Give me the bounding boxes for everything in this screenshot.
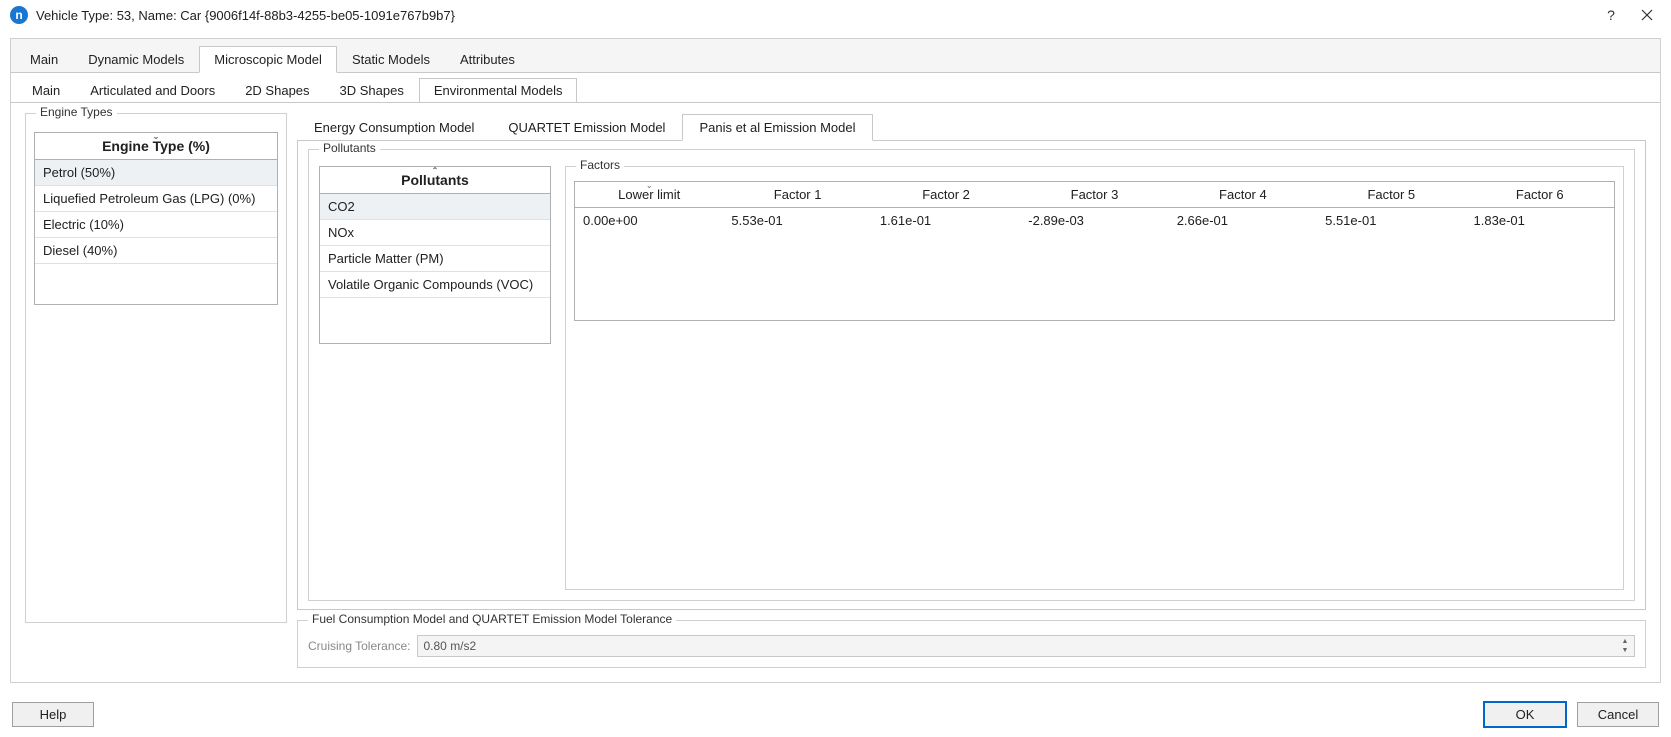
model-tabbar: Energy Consumption Model QUARTET Emissio… xyxy=(297,113,1646,140)
subtab-3d-shapes[interactable]: 3D Shapes xyxy=(325,78,419,103)
factors-cell[interactable]: 5.51e-01 xyxy=(1317,208,1465,233)
tab-attributes[interactable]: Attributes xyxy=(445,46,530,73)
factors-cell[interactable]: 5.53e-01 xyxy=(723,208,871,233)
factors-cell[interactable]: 0.00e+00 xyxy=(575,208,723,233)
sort-indicator-icon: ⌃ xyxy=(432,166,439,175)
tab-microscopic-model[interactable]: Microscopic Model xyxy=(199,46,337,73)
pollutants-header[interactable]: ⌃ Pollutants xyxy=(319,166,551,194)
pollutant-item[interactable]: Particle Matter (PM) xyxy=(320,246,550,272)
engine-types-group: Engine Types ⌄ Engine Type (%) Petrol (5… xyxy=(25,113,287,623)
factors-col-f3[interactable]: Factor 3 xyxy=(1020,182,1168,208)
factors-col-f4[interactable]: Factor 4 xyxy=(1169,182,1317,208)
cruising-tolerance-label: Cruising Tolerance: xyxy=(308,639,411,653)
tab-panis-emission[interactable]: Panis et al Emission Model xyxy=(682,114,872,141)
tab-quartet-emission[interactable]: QUARTET Emission Model xyxy=(491,114,682,141)
pollutants-group-label: Pollutants xyxy=(319,141,380,155)
window-title: Vehicle Type: 53, Name: Car {9006f14f-88… xyxy=(36,8,1593,23)
engine-type-item[interactable]: Diesel (40%) xyxy=(35,238,277,264)
factors-cell[interactable]: -2.89e-03 xyxy=(1020,208,1168,233)
app-icon: n xyxy=(10,6,28,24)
pollutant-item[interactable]: Volatile Organic Compounds (VOC) xyxy=(320,272,550,298)
help-icon[interactable]: ? xyxy=(1593,3,1629,27)
top-tabbar: Main Dynamic Models Microscopic Model St… xyxy=(11,39,1660,72)
engine-types-header[interactable]: ⌄ Engine Type (%) xyxy=(34,132,278,160)
factors-cell[interactable]: 1.61e-01 xyxy=(872,208,1020,233)
pollutant-item[interactable]: CO2 xyxy=(320,194,550,220)
dialog-body: Main Dynamic Models Microscopic Model St… xyxy=(10,38,1661,683)
factors-header-row: ⌄ Lower limit Factor 1 Factor 2 Factor 3… xyxy=(575,182,1614,208)
tab-static-models[interactable]: Static Models xyxy=(337,46,445,73)
cancel-button[interactable]: Cancel xyxy=(1577,702,1659,727)
factors-data-row[interactable]: 0.00e+00 5.53e-01 1.61e-01 -2.89e-03 2.6… xyxy=(575,208,1614,233)
factors-col-f5[interactable]: Factor 5 xyxy=(1317,182,1465,208)
factors-col-f1[interactable]: Factor 1 xyxy=(723,182,871,208)
sort-indicator-icon: ⌄ xyxy=(646,181,653,190)
spinner-up-icon[interactable]: ▲ xyxy=(1618,637,1632,646)
subtab-main[interactable]: Main xyxy=(17,78,75,103)
ok-button[interactable]: OK xyxy=(1483,701,1567,728)
factors-cell[interactable]: 2.66e-01 xyxy=(1169,208,1317,233)
subtab-environmental-models[interactable]: Environmental Models xyxy=(419,78,578,103)
sub-tabbar: Main Articulated and Doors 2D Shapes 3D … xyxy=(11,73,1660,102)
subtab-articulated-doors[interactable]: Articulated and Doors xyxy=(75,78,230,103)
right-pane: Energy Consumption Model QUARTET Emissio… xyxy=(297,113,1646,668)
help-button[interactable]: Help xyxy=(12,702,94,727)
engine-type-item[interactable]: Petrol (50%) xyxy=(35,160,277,186)
factors-col-f6[interactable]: Factor 6 xyxy=(1466,182,1614,208)
pollutants-group: Pollutants ⌃ Pollutants CO2 NOx Particle… xyxy=(308,149,1635,601)
dialog-button-bar: Help OK Cancel xyxy=(0,693,1671,736)
factors-group-label: Factors xyxy=(576,158,624,172)
panis-panel: Pollutants ⌃ Pollutants CO2 NOx Particle… xyxy=(297,140,1646,610)
spinner-control[interactable]: ▲ ▼ xyxy=(1618,637,1632,655)
factors-cell[interactable]: 1.83e-01 xyxy=(1466,208,1614,233)
sort-indicator-icon: ⌄ xyxy=(153,132,160,141)
factors-table[interactable]: ⌄ Lower limit Factor 1 Factor 2 Factor 3… xyxy=(574,181,1615,321)
pollutants-list[interactable]: CO2 NOx Particle Matter (PM) Volatile Or… xyxy=(319,194,551,344)
engine-types-label: Engine Types xyxy=(36,105,117,119)
cruising-tolerance-field[interactable]: 0.80 m/s2 ▲ ▼ xyxy=(417,635,1636,657)
title-bar: n Vehicle Type: 53, Name: Car {9006f14f-… xyxy=(0,0,1671,30)
top-tabpanel: Main Articulated and Doors 2D Shapes 3D … xyxy=(11,72,1660,682)
tab-main[interactable]: Main xyxy=(15,46,73,73)
subtab-2d-shapes[interactable]: 2D Shapes xyxy=(230,78,324,103)
pollutant-item[interactable]: NOx xyxy=(320,220,550,246)
tolerance-group: Fuel Consumption Model and QUARTET Emiss… xyxy=(297,620,1646,668)
cruising-tolerance-value: 0.80 m/s2 xyxy=(424,639,477,653)
tolerance-group-label: Fuel Consumption Model and QUARTET Emiss… xyxy=(308,612,676,626)
close-icon[interactable] xyxy=(1629,3,1665,27)
factors-col-lower-limit[interactable]: ⌄ Lower limit xyxy=(575,182,723,208)
spinner-down-icon[interactable]: ▼ xyxy=(1618,646,1632,655)
environmental-models-panel: Engine Types ⌄ Engine Type (%) Petrol (5… xyxy=(11,102,1660,682)
factors-col-f2[interactable]: Factor 2 xyxy=(872,182,1020,208)
engine-types-list[interactable]: Petrol (50%) Liquefied Petroleum Gas (LP… xyxy=(34,160,278,305)
engine-type-item[interactable]: Liquefied Petroleum Gas (LPG) (0%) xyxy=(35,186,277,212)
factors-group: Factors ⌄ Lower limit Factor 1 Factor 2 xyxy=(565,166,1624,590)
tab-dynamic-models[interactable]: Dynamic Models xyxy=(73,46,199,73)
tab-energy-consumption[interactable]: Energy Consumption Model xyxy=(297,114,491,141)
pollutants-column: ⌃ Pollutants CO2 NOx Particle Matter (PM… xyxy=(319,166,551,590)
engine-type-item[interactable]: Electric (10%) xyxy=(35,212,277,238)
